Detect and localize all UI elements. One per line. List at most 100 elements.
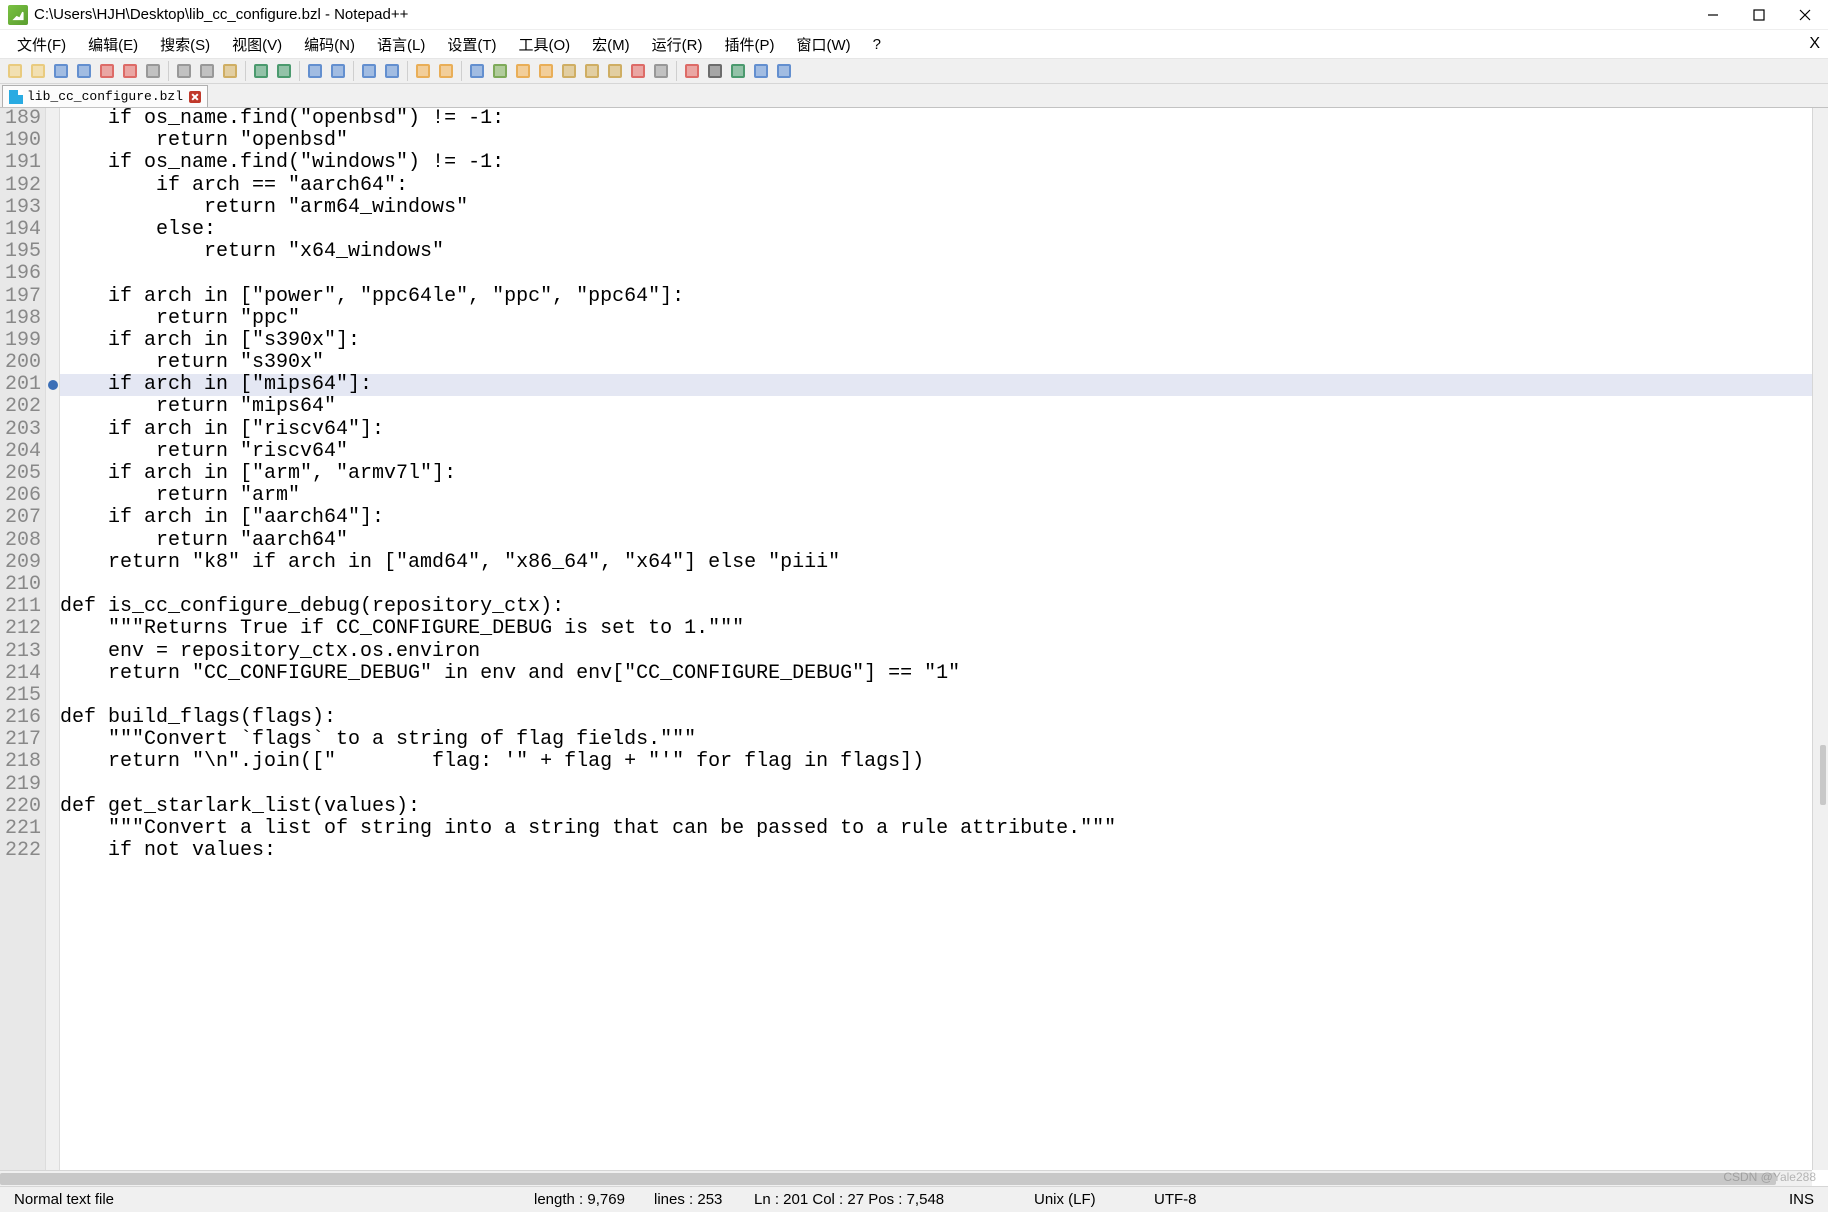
code-line[interactable]: if not values: bbox=[60, 840, 1828, 862]
code-line[interactable]: return "x64_windows" bbox=[60, 241, 1828, 263]
code-line[interactable]: return "ppc" bbox=[60, 308, 1828, 330]
menu-file[interactable]: 文件(F) bbox=[6, 34, 77, 55]
close-all-button[interactable] bbox=[119, 60, 141, 82]
code-line[interactable]: return "mips64" bbox=[60, 396, 1828, 418]
code-line[interactable]: def get_starlark_list(values): bbox=[60, 796, 1828, 818]
menu-close-x[interactable]: X bbox=[1798, 35, 1828, 53]
code-line[interactable]: """Convert a list of string into a strin… bbox=[60, 818, 1828, 840]
file-icon bbox=[9, 90, 23, 104]
menu-macro[interactable]: 宏(M) bbox=[581, 34, 641, 55]
code-line[interactable]: if os_name.find("openbsd") != -1: bbox=[60, 108, 1828, 130]
code-line[interactable]: if arch in ["aarch64"]: bbox=[60, 507, 1828, 529]
code-line[interactable] bbox=[60, 685, 1828, 707]
fold-all-button[interactable] bbox=[581, 60, 603, 82]
copy-button[interactable] bbox=[196, 60, 218, 82]
code-line[interactable]: if arch == "aarch64": bbox=[60, 175, 1828, 197]
unfold-all-button[interactable] bbox=[604, 60, 626, 82]
find-button[interactable] bbox=[304, 60, 326, 82]
toolbar-separator bbox=[407, 61, 408, 81]
code-line[interactable]: if arch in ["riscv64"]: bbox=[60, 419, 1828, 441]
code-line[interactable]: if arch in ["mips64"]: bbox=[60, 374, 1828, 396]
code-line[interactable]: if arch in ["power", "ppc64le", "ppc", "… bbox=[60, 286, 1828, 308]
menu-language[interactable]: 语言(L) bbox=[366, 34, 436, 55]
maximize-button[interactable] bbox=[1736, 0, 1782, 29]
code-line[interactable]: return "arm64_windows" bbox=[60, 197, 1828, 219]
code-line[interactable]: def is_cc_configure_debug(repository_ctx… bbox=[60, 596, 1828, 618]
code-line[interactable] bbox=[60, 774, 1828, 796]
editor[interactable]: 1891901911921931941951961971981992002012… bbox=[0, 108, 1828, 1186]
menu-plugins[interactable]: 插件(P) bbox=[713, 34, 785, 55]
menu-window[interactable]: 窗口(W) bbox=[785, 34, 861, 55]
line-number: 197 bbox=[0, 286, 41, 308]
vertical-scrollbar[interactable] bbox=[1812, 108, 1828, 1170]
code-line[interactable]: """Returns True if CC_CONFIGURE_DEBUG is… bbox=[60, 618, 1828, 640]
code-line[interactable]: if os_name.find("windows") != -1: bbox=[60, 152, 1828, 174]
code-line[interactable]: return "openbsd" bbox=[60, 130, 1828, 152]
print-button[interactable] bbox=[142, 60, 164, 82]
zoom-in-button[interactable] bbox=[358, 60, 380, 82]
user-lang-button[interactable] bbox=[558, 60, 580, 82]
minimize-button[interactable] bbox=[1690, 0, 1736, 29]
sync-horizontal-button[interactable] bbox=[435, 60, 457, 82]
menu-tools[interactable]: 工具(O) bbox=[507, 34, 581, 55]
code-line[interactable]: return "k8" if arch in ["amd64", "x86_64… bbox=[60, 552, 1828, 574]
scroll-thumb[interactable] bbox=[0, 1173, 1776, 1185]
show-eol-button[interactable] bbox=[535, 60, 557, 82]
code-line[interactable]: if arch in ["s390x"]: bbox=[60, 330, 1828, 352]
line-number: 213 bbox=[0, 641, 41, 663]
menu-edit[interactable]: 编辑(E) bbox=[77, 34, 149, 55]
bookmark-dot bbox=[48, 380, 58, 390]
horizontal-scrollbar[interactable] bbox=[0, 1170, 1812, 1186]
menu-encoding[interactable]: 编码(N) bbox=[293, 34, 366, 55]
code-line[interactable]: return "arm" bbox=[60, 485, 1828, 507]
code-line[interactable]: return "\n".join([" flag: '" + flag + "'… bbox=[60, 751, 1828, 773]
macro-stop-button[interactable] bbox=[704, 60, 726, 82]
code-line[interactable]: return "s390x" bbox=[60, 352, 1828, 374]
zoom-out-button[interactable] bbox=[381, 60, 403, 82]
line-number: 202 bbox=[0, 396, 41, 418]
close-window-button[interactable] bbox=[1782, 0, 1828, 29]
save-button[interactable] bbox=[50, 60, 72, 82]
menu-search[interactable]: 搜索(S) bbox=[149, 34, 221, 55]
monitor-button[interactable] bbox=[650, 60, 672, 82]
close-file-button[interactable] bbox=[96, 60, 118, 82]
code-line[interactable]: return "riscv64" bbox=[60, 441, 1828, 463]
macro-record-button[interactable] bbox=[681, 60, 703, 82]
redo-button[interactable] bbox=[273, 60, 295, 82]
code-line[interactable]: def build_flags(flags): bbox=[60, 707, 1828, 729]
sync-vertical-button[interactable] bbox=[412, 60, 434, 82]
code-area[interactable]: if os_name.find("openbsd") != -1: return… bbox=[60, 108, 1828, 1186]
code-line[interactable] bbox=[60, 263, 1828, 285]
code-line[interactable]: return "aarch64" bbox=[60, 530, 1828, 552]
macro-save-button[interactable] bbox=[773, 60, 795, 82]
line-number: 209 bbox=[0, 552, 41, 574]
tab-active[interactable]: lib_cc_configure.bzl bbox=[2, 85, 208, 107]
doc-map-button[interactable] bbox=[627, 60, 649, 82]
status-eol: Unix (LF) bbox=[1028, 1191, 1148, 1208]
code-line[interactable]: if arch in ["arm", "armv7l"]: bbox=[60, 463, 1828, 485]
tab-close-icon[interactable] bbox=[189, 91, 201, 103]
undo-button[interactable] bbox=[250, 60, 272, 82]
menu-run[interactable]: 运行(R) bbox=[641, 34, 714, 55]
macro-play-button[interactable] bbox=[727, 60, 749, 82]
menu-view[interactable]: 视图(V) bbox=[221, 34, 293, 55]
menu-settings[interactable]: 设置(T) bbox=[436, 34, 507, 55]
new-file-button[interactable] bbox=[4, 60, 26, 82]
status-insert: INS bbox=[1783, 1191, 1820, 1208]
code-line[interactable]: return "CC_CONFIGURE_DEBUG" in env and e… bbox=[60, 663, 1828, 685]
save-all-button[interactable] bbox=[73, 60, 95, 82]
toolbar-separator bbox=[245, 61, 246, 81]
show-indent-button[interactable] bbox=[512, 60, 534, 82]
show-whitespace-button[interactable] bbox=[489, 60, 511, 82]
code-line[interactable] bbox=[60, 574, 1828, 596]
replace-button[interactable] bbox=[327, 60, 349, 82]
code-line[interactable]: """Convert `flags` to a string of flag f… bbox=[60, 729, 1828, 751]
macro-play-multi-button[interactable] bbox=[750, 60, 772, 82]
cut-button[interactable] bbox=[173, 60, 195, 82]
open-file-button[interactable] bbox=[27, 60, 49, 82]
paste-button[interactable] bbox=[219, 60, 241, 82]
menu-help[interactable]: ? bbox=[862, 36, 892, 53]
code-line[interactable]: else: bbox=[60, 219, 1828, 241]
word-wrap-button[interactable] bbox=[466, 60, 488, 82]
code-line[interactable]: env = repository_ctx.os.environ bbox=[60, 641, 1828, 663]
